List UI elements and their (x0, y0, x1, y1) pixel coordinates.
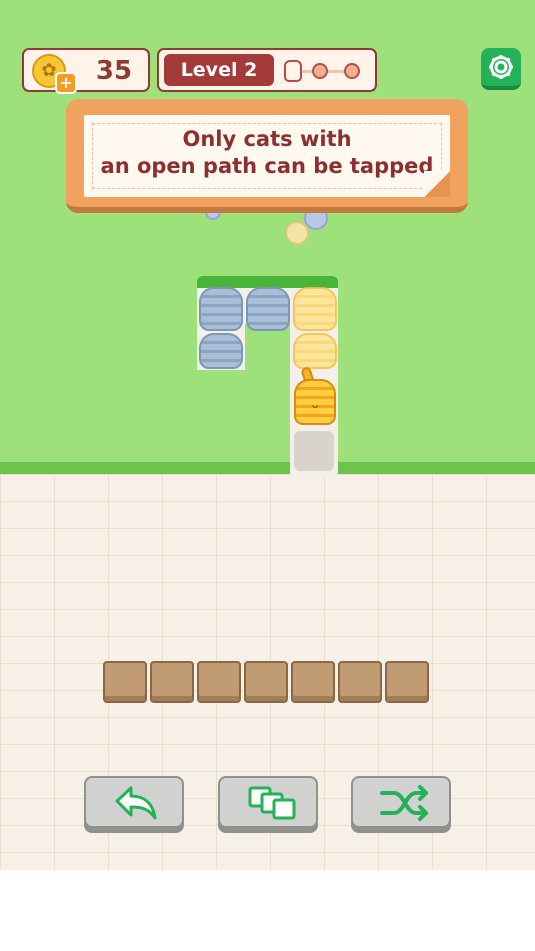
coin-panel[interactable]: ✿ + 35 (22, 48, 150, 94)
game-screen: ✿ + 35 Level 2 Only cats with an open pa (0, 0, 535, 870)
tutorial-line-2: an open path can be tapped (100, 154, 434, 178)
tray-slot (197, 661, 241, 703)
undo-arrow-icon (115, 786, 157, 820)
tray-slot (150, 661, 194, 703)
tutorial-text: Only cats with an open path can be tappe… (84, 126, 450, 180)
progress-dot (312, 63, 328, 79)
group-button[interactable] (218, 776, 318, 828)
cat-blocked (246, 287, 290, 331)
cat-blocked (293, 287, 337, 331)
shuffle-button[interactable] (351, 776, 451, 828)
tray-slot (385, 661, 429, 703)
cat-blocked (199, 333, 243, 369)
gear-icon (489, 55, 513, 79)
cat-face-icon: ᴗ (311, 400, 319, 411)
empty-tile (294, 431, 334, 471)
tutorial-paper: Only cats with an open path can be tappe… (84, 115, 450, 197)
paper-fold (424, 171, 450, 197)
level-progress (284, 60, 370, 82)
cat-blocked (293, 333, 337, 369)
coin-count: 35 (95, 56, 133, 86)
grass-edge (0, 462, 535, 474)
cat-tappable[interactable]: ᴗ (293, 365, 337, 425)
tray-slot (291, 661, 335, 703)
tutorial-banner: Only cats with an open path can be tappe… (66, 99, 468, 213)
tray-slot (244, 661, 288, 703)
settings-button[interactable] (481, 48, 521, 90)
undo-button[interactable] (84, 776, 184, 828)
progress-dot (344, 63, 360, 79)
cat-head-icon (284, 60, 302, 82)
cat-blocked (199, 287, 243, 331)
tutorial-line-1: Only cats with (182, 127, 352, 151)
shuffle-icon (380, 785, 428, 821)
level-panel: Level 2 (157, 48, 377, 92)
plus-icon[interactable]: + (55, 72, 77, 94)
collection-tray (103, 661, 433, 705)
stack-icon (248, 786, 296, 820)
tray-slot (103, 661, 147, 703)
level-label: Level 2 (164, 54, 274, 86)
tray-slot (338, 661, 382, 703)
